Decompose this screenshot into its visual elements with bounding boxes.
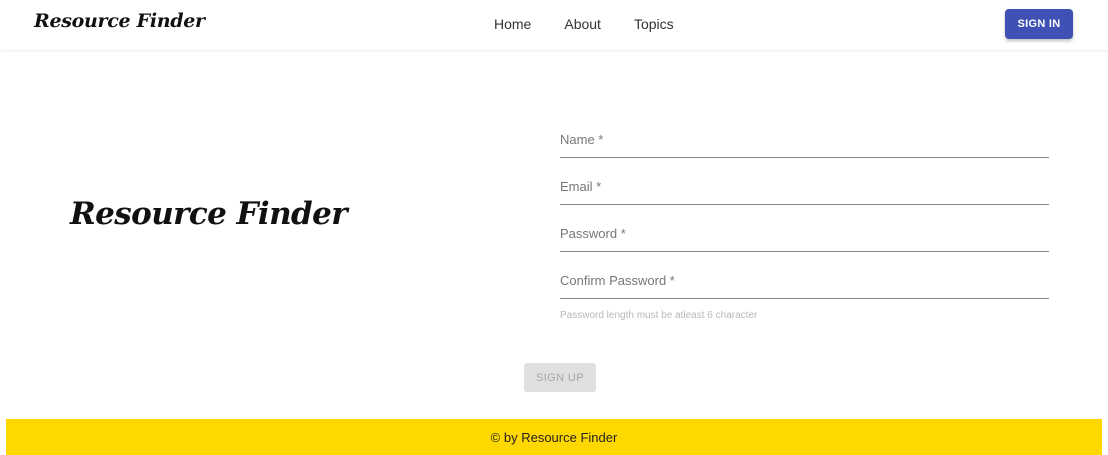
nav-link-topics[interactable]: Topics bbox=[634, 16, 674, 32]
nav-links: Home About Topics bbox=[494, 16, 674, 32]
nav-link-home[interactable]: Home bbox=[494, 16, 531, 32]
password-input[interactable] bbox=[560, 226, 1049, 252]
name-input[interactable] bbox=[560, 132, 1049, 158]
password-field-underline bbox=[560, 251, 1049, 252]
email-input[interactable] bbox=[560, 179, 1049, 205]
name-field-underline bbox=[560, 157, 1049, 158]
hero-title: Resource Finder bbox=[70, 196, 348, 232]
confirm-password-field[interactable]: Confirm Password * bbox=[560, 273, 1049, 299]
name-field[interactable]: Name * bbox=[560, 132, 1049, 158]
top-navbar: Resource Finder Home About Topics SIGN I… bbox=[0, 0, 1108, 50]
footer-text: © by Resource Finder bbox=[490, 429, 618, 445]
brand-logo[interactable]: Resource Finder bbox=[34, 10, 205, 32]
footer: © by Resource Finder bbox=[6, 419, 1102, 455]
nav-link-about[interactable]: About bbox=[564, 16, 601, 32]
email-field-underline bbox=[560, 204, 1049, 205]
confirm-password-input[interactable] bbox=[560, 273, 1049, 299]
confirm-password-field-underline bbox=[560, 298, 1049, 299]
password-field[interactable]: Password * bbox=[560, 226, 1049, 252]
password-helper-text: Password length must be atleast 6 charac… bbox=[560, 310, 758, 321]
sign-in-button[interactable]: SIGN IN bbox=[1005, 9, 1073, 39]
email-field[interactable]: Email * bbox=[560, 179, 1049, 205]
sign-up-button[interactable]: SIGN UP bbox=[524, 363, 596, 392]
